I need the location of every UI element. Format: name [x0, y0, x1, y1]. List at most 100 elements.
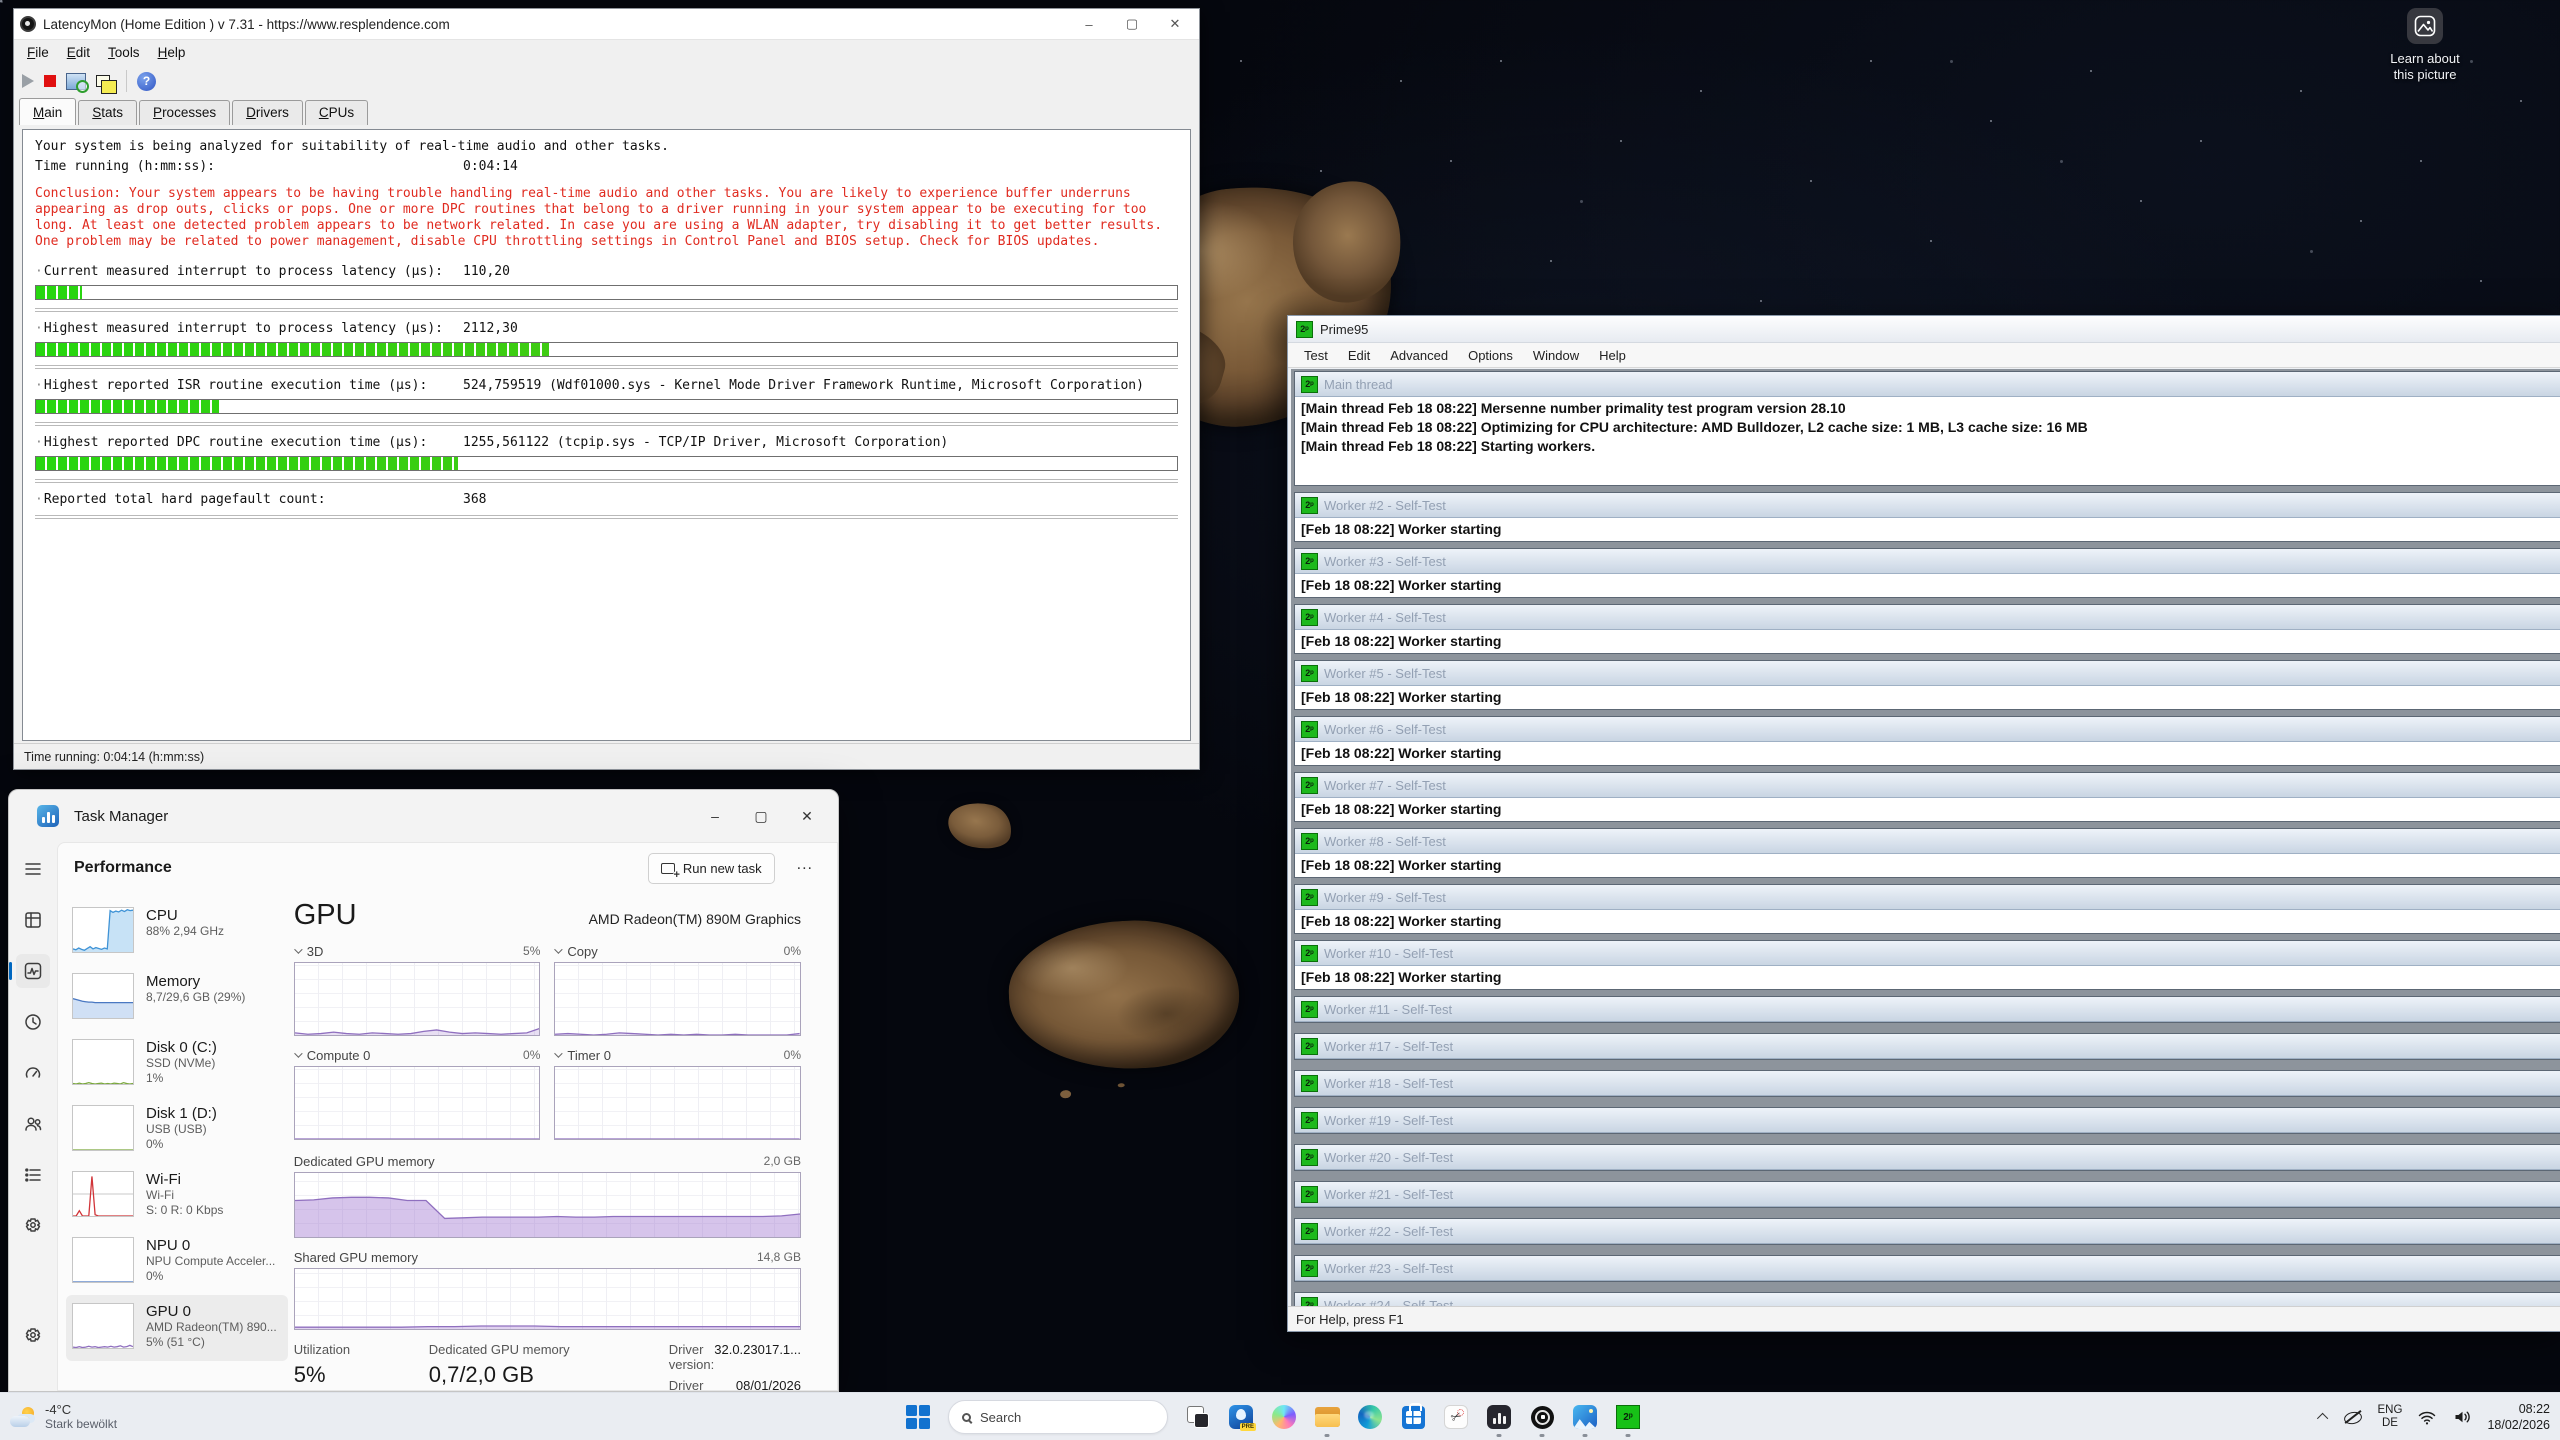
picture-info-icon[interactable]	[2407, 8, 2443, 44]
gpu-device-name: AMD Radeon(TM) 890M Graphics	[589, 911, 801, 927]
nav-users-icon[interactable]	[16, 1107, 50, 1141]
prime95-taskbar-button[interactable]	[1615, 1404, 1641, 1430]
nav-startup-apps-icon[interactable]	[16, 1056, 50, 1090]
menu-item[interactable]: Edit	[1338, 345, 1380, 366]
perf-sidebar-item[interactable]: Memory 8,7/29,6 GB (29%)	[66, 965, 288, 1031]
nav-app-history-icon[interactable]	[16, 1005, 50, 1039]
menu-item[interactable]: Help	[1589, 345, 1636, 366]
main-thread-log: [Main thread Feb 18 08:22] Mersenne numb…	[1295, 397, 2560, 485]
start-monitor-icon[interactable]	[22, 74, 34, 88]
stacked-windows-icon[interactable]	[96, 75, 110, 87]
worker-titlebar[interactable]: Worker #7 - Self-Test	[1295, 773, 2560, 798]
copilot-button[interactable]	[1271, 1404, 1297, 1430]
minimize-button[interactable]: –	[1071, 12, 1107, 36]
learn-about-picture-widget[interactable]: Learn about this picture	[2379, 8, 2471, 83]
worker-titlebar[interactable]: Worker #21 - Self-Test	[1295, 1182, 2560, 1207]
worker-titlebar[interactable]: Worker #17 - Self-Test	[1295, 1034, 2560, 1059]
task-view-button[interactable]	[1185, 1404, 1211, 1430]
menu-item[interactable]: Advanced	[1380, 345, 1458, 366]
perf-sidebar-item[interactable]: Wi-Fi Wi-Fi S: 0 R: 0 Kbps	[66, 1163, 288, 1229]
stop-monitor-icon[interactable]	[44, 75, 56, 87]
system-analyze-icon[interactable]	[66, 73, 86, 90]
maximize-button[interactable]: ▢	[1114, 12, 1150, 36]
snipping-tool-button[interactable]	[1443, 1404, 1469, 1430]
menu-item[interactable]: Help	[149, 42, 195, 63]
worker-titlebar[interactable]: Worker #20 - Self-Test	[1295, 1145, 2560, 1170]
photos-icon	[1573, 1405, 1597, 1429]
performance-sidebar: CPU 88% 2,94 GHz Memory 8,7/29,6 GB (29%…	[58, 893, 290, 1390]
perf-item-sub: SSD (NVMe)	[146, 1056, 217, 1071]
search-input[interactable]: Search	[948, 1400, 1168, 1434]
menu-item[interactable]: Test	[1294, 345, 1338, 366]
worker-titlebar[interactable]: Worker #6 - Self-Test	[1295, 717, 2560, 742]
worker-log-line: [Feb 18 08:22] Worker starting	[1295, 910, 2560, 933]
perf-sidebar-item[interactable]: CPU 88% 2,94 GHz	[66, 899, 288, 965]
recorder-app-button[interactable]	[1529, 1404, 1555, 1430]
more-options-button[interactable]: ...	[789, 856, 821, 880]
nav-menu-icon[interactable]	[16, 852, 50, 886]
worker-titlebar[interactable]: Worker #4 - Self-Test	[1295, 605, 2560, 630]
edge-button[interactable]	[1357, 1404, 1383, 1430]
perf-thumbnail-chart	[72, 1039, 134, 1085]
worker-title: Worker #3 - Self-Test	[1324, 554, 1446, 569]
worker-titlebar[interactable]: Worker #11 - Self-Test	[1295, 997, 2560, 1022]
language-switcher[interactable]: ENG DE	[2378, 1404, 2403, 1430]
menu-item[interactable]: File	[18, 42, 58, 63]
nav-performance-icon[interactable]	[16, 954, 50, 988]
run-new-task-button[interactable]: Run new task	[648, 853, 775, 884]
chevron-down-icon[interactable]	[294, 1049, 302, 1057]
maximize-button[interactable]: ▢	[738, 798, 784, 834]
worker-titlebar[interactable]: Worker #3 - Self-Test	[1295, 549, 2560, 574]
monitor-app-button[interactable]	[1486, 1404, 1512, 1430]
tab[interactable]: Stats	[78, 100, 137, 125]
dev-home-preview-button[interactable]	[1228, 1404, 1254, 1430]
perf-sidebar-item[interactable]: NPU 0 NPU Compute Acceler... 0%	[66, 1229, 288, 1295]
worker-titlebar[interactable]: Worker #5 - Self-Test	[1295, 661, 2560, 686]
photos-button[interactable]	[1572, 1404, 1598, 1430]
weather-widget[interactable]: -4°C Stark bewölkt	[10, 1393, 117, 1440]
worker-titlebar[interactable]: Worker #10 - Self-Test	[1295, 941, 2560, 966]
perf-sidebar-item[interactable]: Disk 1 (D:) USB (USB) 0%	[66, 1097, 288, 1163]
chevron-down-icon[interactable]	[555, 945, 563, 953]
wifi-icon[interactable]	[2417, 1407, 2437, 1427]
close-button[interactable]: ✕	[1157, 12, 1193, 36]
help-icon[interactable]: ?	[137, 72, 156, 91]
worker-titlebar[interactable]: Worker #24 - Self-Test	[1295, 1293, 2560, 1306]
worker-titlebar[interactable]: Worker #8 - Self-Test	[1295, 829, 2560, 854]
menu-item[interactable]: Options	[1458, 345, 1523, 366]
nav-processes-icon[interactable]	[16, 903, 50, 937]
close-button[interactable]: ✕	[784, 798, 830, 834]
worker-titlebar[interactable]: Worker #18 - Self-Test	[1295, 1071, 2560, 1096]
main-thread-titlebar[interactable]: Main thread	[1295, 372, 2560, 397]
settings-gear-icon[interactable]	[16, 1319, 50, 1353]
nav-details-icon[interactable]	[16, 1158, 50, 1192]
file-explorer-button[interactable]	[1314, 1404, 1340, 1430]
menu-item[interactable]: Window	[1523, 345, 1589, 366]
start-button[interactable]	[905, 1404, 931, 1430]
worker-titlebar[interactable]: Worker #22 - Self-Test	[1295, 1219, 2560, 1244]
perf-sidebar-item[interactable]: Disk 0 (C:) SSD (NVMe) 1%	[66, 1031, 288, 1097]
worker-title: Worker #7 - Self-Test	[1324, 778, 1446, 793]
chevron-down-icon[interactable]	[294, 945, 302, 953]
worker-titlebar[interactable]: Worker #9 - Self-Test	[1295, 885, 2560, 910]
dedicated-memory-label: Dedicated GPU memory	[294, 1154, 435, 1169]
worker-window-collapsed: Worker #22 - Self-Test	[1294, 1218, 2560, 1245]
tab[interactable]: CPUs	[305, 100, 368, 125]
nav-services-icon[interactable]	[16, 1209, 50, 1243]
menu-item[interactable]: Edit	[58, 42, 99, 63]
speaker-icon[interactable]	[2452, 1407, 2472, 1427]
clock[interactable]: 08:22 18/02/2026	[2487, 1401, 2550, 1433]
microsoft-store-button[interactable]	[1400, 1404, 1426, 1430]
chevron-down-icon[interactable]	[555, 1049, 563, 1057]
menu-item[interactable]: Tools	[99, 42, 149, 63]
worker-titlebar[interactable]: Worker #23 - Self-Test	[1295, 1256, 2560, 1281]
perf-sidebar-item[interactable]: GPU 0 AMD Radeon(TM) 890... 5% (51 °C)	[66, 1295, 288, 1361]
slashed-circle-icon[interactable]	[2343, 1409, 2363, 1425]
worker-titlebar[interactable]: Worker #2 - Self-Test	[1295, 493, 2560, 518]
minimize-button[interactable]: –	[692, 798, 738, 834]
tab[interactable]: Drivers	[232, 100, 303, 125]
tab[interactable]: Main	[19, 98, 76, 125]
tab[interactable]: Processes	[139, 100, 230, 125]
worker-titlebar[interactable]: Worker #19 - Self-Test	[1295, 1108, 2560, 1133]
tray-chevron-up-icon[interactable]	[2316, 1413, 2327, 1424]
